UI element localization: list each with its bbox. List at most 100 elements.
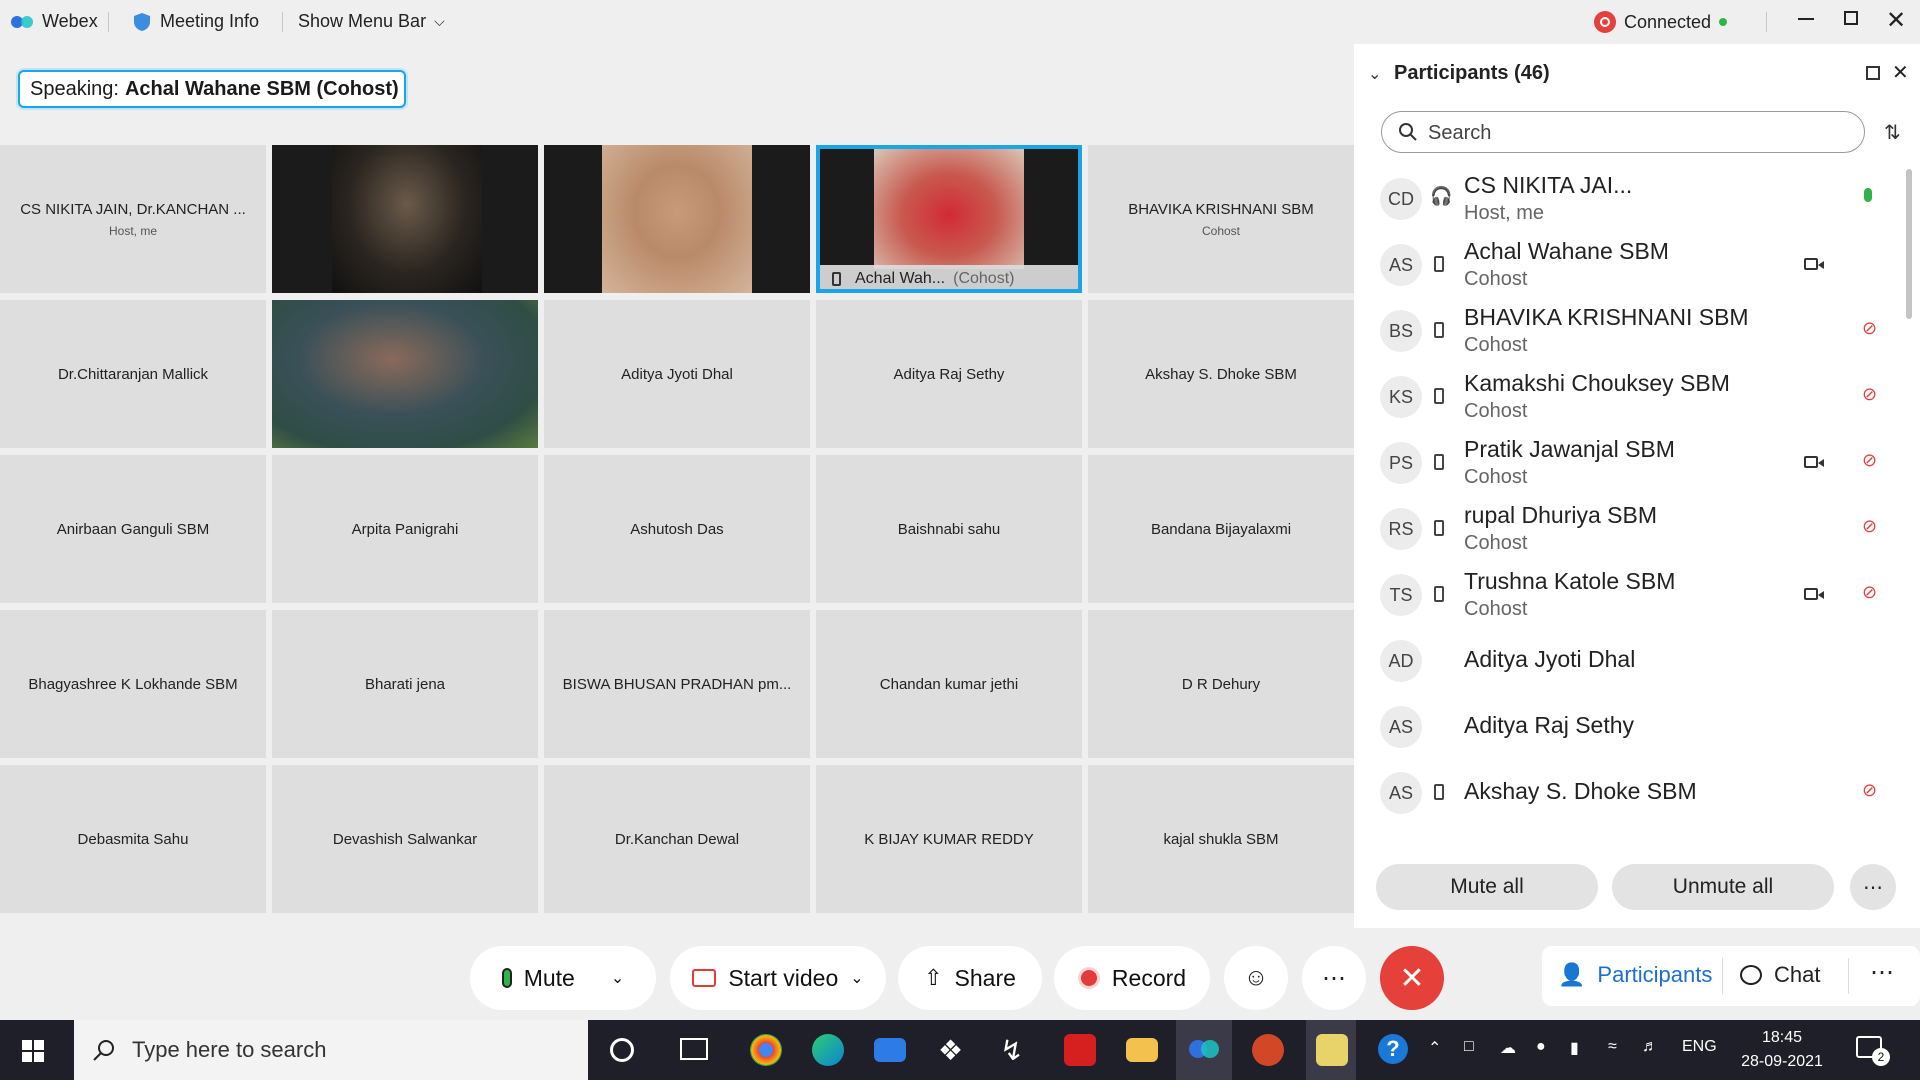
input-language[interactable]: ENG (1682, 1038, 1717, 1056)
participant-name: Pratik Jawanjal SBM (1464, 436, 1675, 462)
chevron-up-icon[interactable]: ⌃ (1428, 1038, 1441, 1058)
participant-tile[interactable]: Debasmita Sahu (0, 765, 266, 913)
participant-tile[interactable]: kajal shukla SBM (1088, 765, 1354, 913)
tray-app-icon[interactable]: □ (1464, 1038, 1474, 1056)
pop-out-icon[interactable] (1866, 66, 1880, 80)
powerpoint-icon[interactable] (1252, 1034, 1284, 1066)
more-panels-icon[interactable]: ⋯ (1870, 958, 1894, 987)
more-options-icon[interactable]: ⋯ (1850, 864, 1896, 910)
webex-taskbar-button[interactable] (1176, 1020, 1232, 1080)
participant-tile[interactable]: BISWA BHUSAN PRADHAN pm... (544, 610, 810, 758)
participant-row[interactable]: AS Aditya Raj Sethy (1354, 694, 1894, 760)
participant-tile[interactable]: BHAVIKA KRISHNANI SBM Cohost (1088, 145, 1354, 293)
system-clock[interactable]: 18:45 28-09-2021 (1736, 1026, 1828, 1074)
reactions-icon[interactable]: ☺ (1224, 946, 1288, 1010)
wifi-icon[interactable]: ≈ (1608, 1038, 1617, 1056)
video-editor-taskbar-button[interactable] (1306, 1020, 1356, 1080)
participant-row[interactable]: BS BHAVIKA KRISHNANI SBM Cohost ⊘ (1354, 298, 1894, 364)
panel-scrollbar[interactable] (1906, 169, 1912, 319)
help-icon[interactable]: ? (1378, 1034, 1408, 1064)
close-panel-icon[interactable]: ✕ (1892, 60, 1909, 85)
chat-toggle-button[interactable]: Chat (1740, 962, 1820, 988)
participant-tile[interactable]: Bhagyashree K Lokhande SBM (0, 610, 266, 758)
record-button[interactable]: Record (1054, 946, 1210, 1010)
mic-active-icon[interactable] (1864, 188, 1872, 202)
minimize-icon[interactable] (1798, 18, 1814, 20)
microphone-tray-icon[interactable]: ● (1536, 1038, 1546, 1056)
cortana-icon[interactable] (610, 1038, 634, 1062)
mute-button[interactable]: Mute ⌄ (470, 946, 656, 1010)
participant-tile[interactable]: D R Dehury (1088, 610, 1354, 758)
participant-tile[interactable]: Bharati jena (272, 610, 538, 758)
unmute-all-button[interactable]: Unmute all (1612, 864, 1834, 910)
sort-icon[interactable]: ⇅ (1884, 120, 1901, 145)
dropbox-icon[interactable]: ❖ (938, 1034, 970, 1066)
cloud-sync-icon[interactable]: ☁ (1500, 1038, 1516, 1058)
participant-row[interactable]: CD 🎧 CS NIKITA JAI... Host, me (1354, 166, 1894, 232)
show-menu-bar-button[interactable]: Show Menu Bar ⌵ (298, 11, 445, 32)
taskbar-search-input[interactable]: Type here to search (74, 1020, 588, 1080)
end-call-icon[interactable]: ✕ (1380, 946, 1444, 1010)
mail-icon[interactable] (874, 1038, 906, 1062)
participant-video-tile[interactable] (544, 145, 810, 293)
participant-row[interactable]: TS Trushna Katole SBM Cohost ⊘ (1354, 562, 1894, 628)
mic-muted-icon[interactable]: ⊘ (1862, 582, 1877, 603)
participant-tile[interactable]: Bandana Bijayalaxmi (1088, 455, 1354, 603)
connection-status[interactable]: Connected (1594, 11, 1728, 33)
participant-tile[interactable]: Aditya Jyoti Dhal (544, 300, 810, 448)
edge-icon[interactable] (812, 1034, 844, 1066)
participant-video-tile[interactable] (272, 300, 538, 448)
participant-tile[interactable]: K BIJAY KUMAR REDDY (816, 765, 1082, 913)
app-bolt-icon[interactable]: ↯ (1000, 1034, 1032, 1066)
mic-muted-icon[interactable]: ⊘ (1862, 384, 1877, 405)
windows-taskbar: Type here to search ❖ ↯ ? ⌃ □ ☁ ● ▮ ≈ ♬ … (0, 1020, 1920, 1080)
participant-search-input[interactable]: Search (1381, 111, 1865, 153)
participant-row[interactable]: AD Aditya Jyoti Dhal (1354, 628, 1894, 694)
task-view-icon[interactable] (680, 1038, 708, 1060)
participant-row[interactable]: PS Pratik Jawanjal SBM Cohost ⊘ (1354, 430, 1894, 496)
participant-tile[interactable]: Chandan kumar jethi (816, 610, 1082, 758)
participant-tile[interactable]: Dr.Kanchan Dewal (544, 765, 810, 913)
webex-app-button[interactable]: Webex (10, 11, 98, 32)
battery-icon[interactable]: ▮ (1570, 1038, 1579, 1058)
mic-muted-icon[interactable]: ⊘ (1862, 450, 1877, 471)
file-explorer-icon[interactable] (1126, 1038, 1158, 1062)
collapse-chevron-icon[interactable]: ⌄ (1368, 64, 1381, 84)
mic-muted-icon[interactable]: ⊘ (1862, 318, 1877, 339)
active-speaker-video-tile[interactable]: Achal Wah... (Cohost) (816, 145, 1082, 293)
participant-tile[interactable]: Aditya Raj Sethy (816, 300, 1082, 448)
volume-icon[interactable]: ♬ (1642, 1038, 1658, 1056)
participant-tile[interactable]: Baishnabi sahu (816, 455, 1082, 603)
video-feed (272, 300, 538, 448)
participant-tile[interactable]: CS NIKITA JAIN, Dr.KANCHAN ... Host, me (0, 145, 266, 293)
start-video-button[interactable]: Start video ⌄ (670, 946, 886, 1010)
clock-time: 18:45 (1761, 1029, 1803, 1046)
participant-row[interactable]: RS rupal Dhuriya SBM Cohost ⊘ (1354, 496, 1894, 562)
participant-tile[interactable]: Anirbaan Ganguli SBM (0, 455, 266, 603)
participant-row[interactable]: AS Akshay S. Dhoke SBM ⊘ (1354, 760, 1894, 826)
participant-row[interactable]: KS Kamakshi Chouksey SBM Cohost ⊘ (1354, 364, 1894, 430)
webex-icon (1189, 1040, 1219, 1058)
restore-icon[interactable] (1844, 11, 1858, 25)
participant-video-tile[interactable] (272, 145, 538, 293)
participant-tile[interactable]: Arpita Panigrahi (272, 455, 538, 603)
close-window-icon[interactable]: ✕ (1886, 6, 1906, 35)
participant-tile[interactable]: Dr.Chittaranjan Mallick (0, 300, 266, 448)
participant-tile[interactable]: Devashish Salwankar (272, 765, 538, 913)
participant-row[interactable]: AS Achal Wahane SBM Cohost (1354, 232, 1894, 298)
mic-muted-icon[interactable]: ⊘ (1862, 780, 1877, 801)
chrome-icon[interactable] (750, 1034, 782, 1066)
participant-tile[interactable]: Ashutosh Das (544, 455, 810, 603)
tile-name: Achal Wah... (855, 270, 946, 287)
recording-indicator-icon (1594, 11, 1616, 33)
acrobat-icon[interactable] (1064, 1034, 1096, 1066)
windows-start-icon[interactable] (22, 1040, 44, 1062)
mute-all-button[interactable]: Mute all (1376, 864, 1598, 910)
mic-muted-icon[interactable]: ⊘ (1862, 516, 1877, 537)
meeting-info-button[interactable]: Meeting Info (132, 11, 259, 32)
notifications-icon[interactable]: 2 (1856, 1036, 1890, 1066)
share-button[interactable]: ⇧ Share (898, 946, 1042, 1010)
participant-tile[interactable]: Akshay S. Dhoke SBM (1088, 300, 1354, 448)
more-options-icon[interactable]: ⋯ (1302, 946, 1366, 1010)
participants-toggle-button[interactable]: 👤 Participants (1558, 962, 1712, 988)
